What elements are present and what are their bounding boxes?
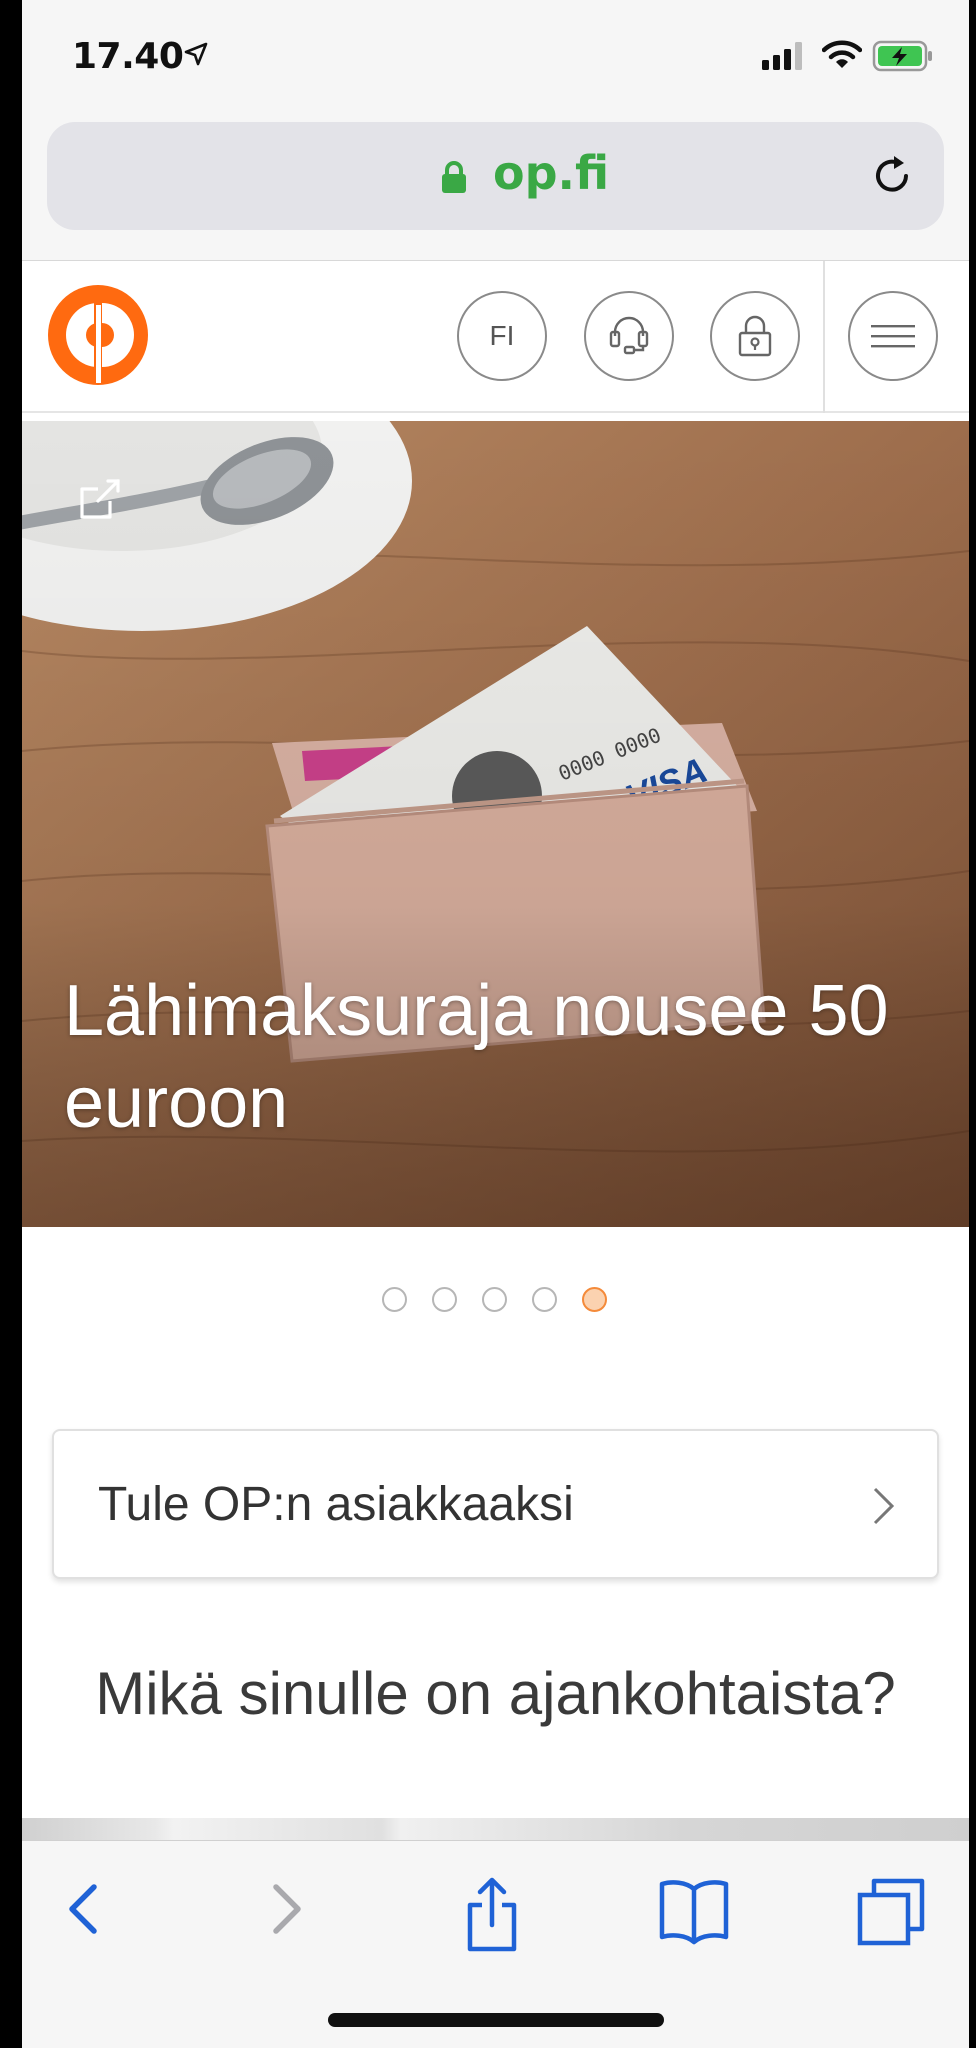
become-customer-link[interactable]: Tule OP:n asiakkaaksi — [52, 1429, 939, 1579]
header-divider — [823, 261, 825, 413]
carousel-dot-5-active[interactable] — [582, 1287, 607, 1312]
status-bar: 17.40 — [22, 0, 969, 110]
op-logo[interactable] — [48, 285, 148, 385]
web-page: FI Lähimaksuraja nousee 50 euroon Tule O… — [22, 260, 969, 1841]
tabs-icon[interactable] — [856, 1877, 926, 1947]
status-time: 17.40 — [72, 36, 184, 77]
customer-service-button[interactable] — [584, 291, 674, 381]
section-heading: Mikä sinulle on ajankohtaista? — [95, 1660, 896, 1727]
carousel-dot-1[interactable] — [382, 1287, 407, 1312]
home-indicator[interactable] — [328, 2013, 664, 2027]
carousel-indicator — [382, 1287, 607, 1312]
reload-icon[interactable] — [868, 152, 916, 200]
hero-title[interactable]: Lähimaksuraja nousee 50 euroon — [64, 965, 944, 1149]
login-button[interactable] — [710, 291, 800, 381]
carousel-dot-4[interactable] — [532, 1287, 557, 1312]
chevron-right-icon — [873, 1487, 895, 1525]
forward-icon[interactable] — [262, 1877, 310, 1941]
cellular-signal-icon — [762, 42, 802, 70]
menu-button[interactable] — [848, 291, 938, 381]
language-label: FI — [489, 320, 515, 351]
phone-screen: 17.40 op.fi FI Lähimaksuraja nousee 50 e… — [22, 0, 969, 2048]
carousel-dot-2[interactable] — [432, 1287, 457, 1312]
url-text: op.fi — [493, 146, 610, 200]
site-header: FI — [22, 261, 969, 413]
lock-icon — [442, 161, 466, 193]
address-bar[interactable]: op.fi — [47, 122, 944, 230]
battery-charging-icon — [872, 40, 932, 72]
bookmarks-icon[interactable] — [658, 1877, 730, 1945]
padlock-icon — [738, 315, 772, 357]
content-preview-strip — [22, 1818, 969, 1841]
share-icon[interactable] — [462, 1877, 522, 1953]
back-icon[interactable] — [60, 1877, 108, 1941]
cta-label: Tule OP:n asiakkaaksi — [98, 1478, 574, 1531]
hero-carousel-slide[interactable]: 0000 0000 VISA Lähimaksuraja nousee 50 e… — [22, 421, 969, 1227]
language-button[interactable]: FI — [457, 291, 547, 381]
hamburger-menu-icon — [871, 325, 915, 348]
browser-toolbar — [22, 1840, 969, 2048]
wifi-icon — [822, 40, 862, 68]
headset-icon — [609, 316, 649, 355]
external-link-icon[interactable] — [78, 477, 122, 521]
carousel-dot-3[interactable] — [482, 1287, 507, 1312]
location-arrow-icon — [184, 42, 208, 66]
